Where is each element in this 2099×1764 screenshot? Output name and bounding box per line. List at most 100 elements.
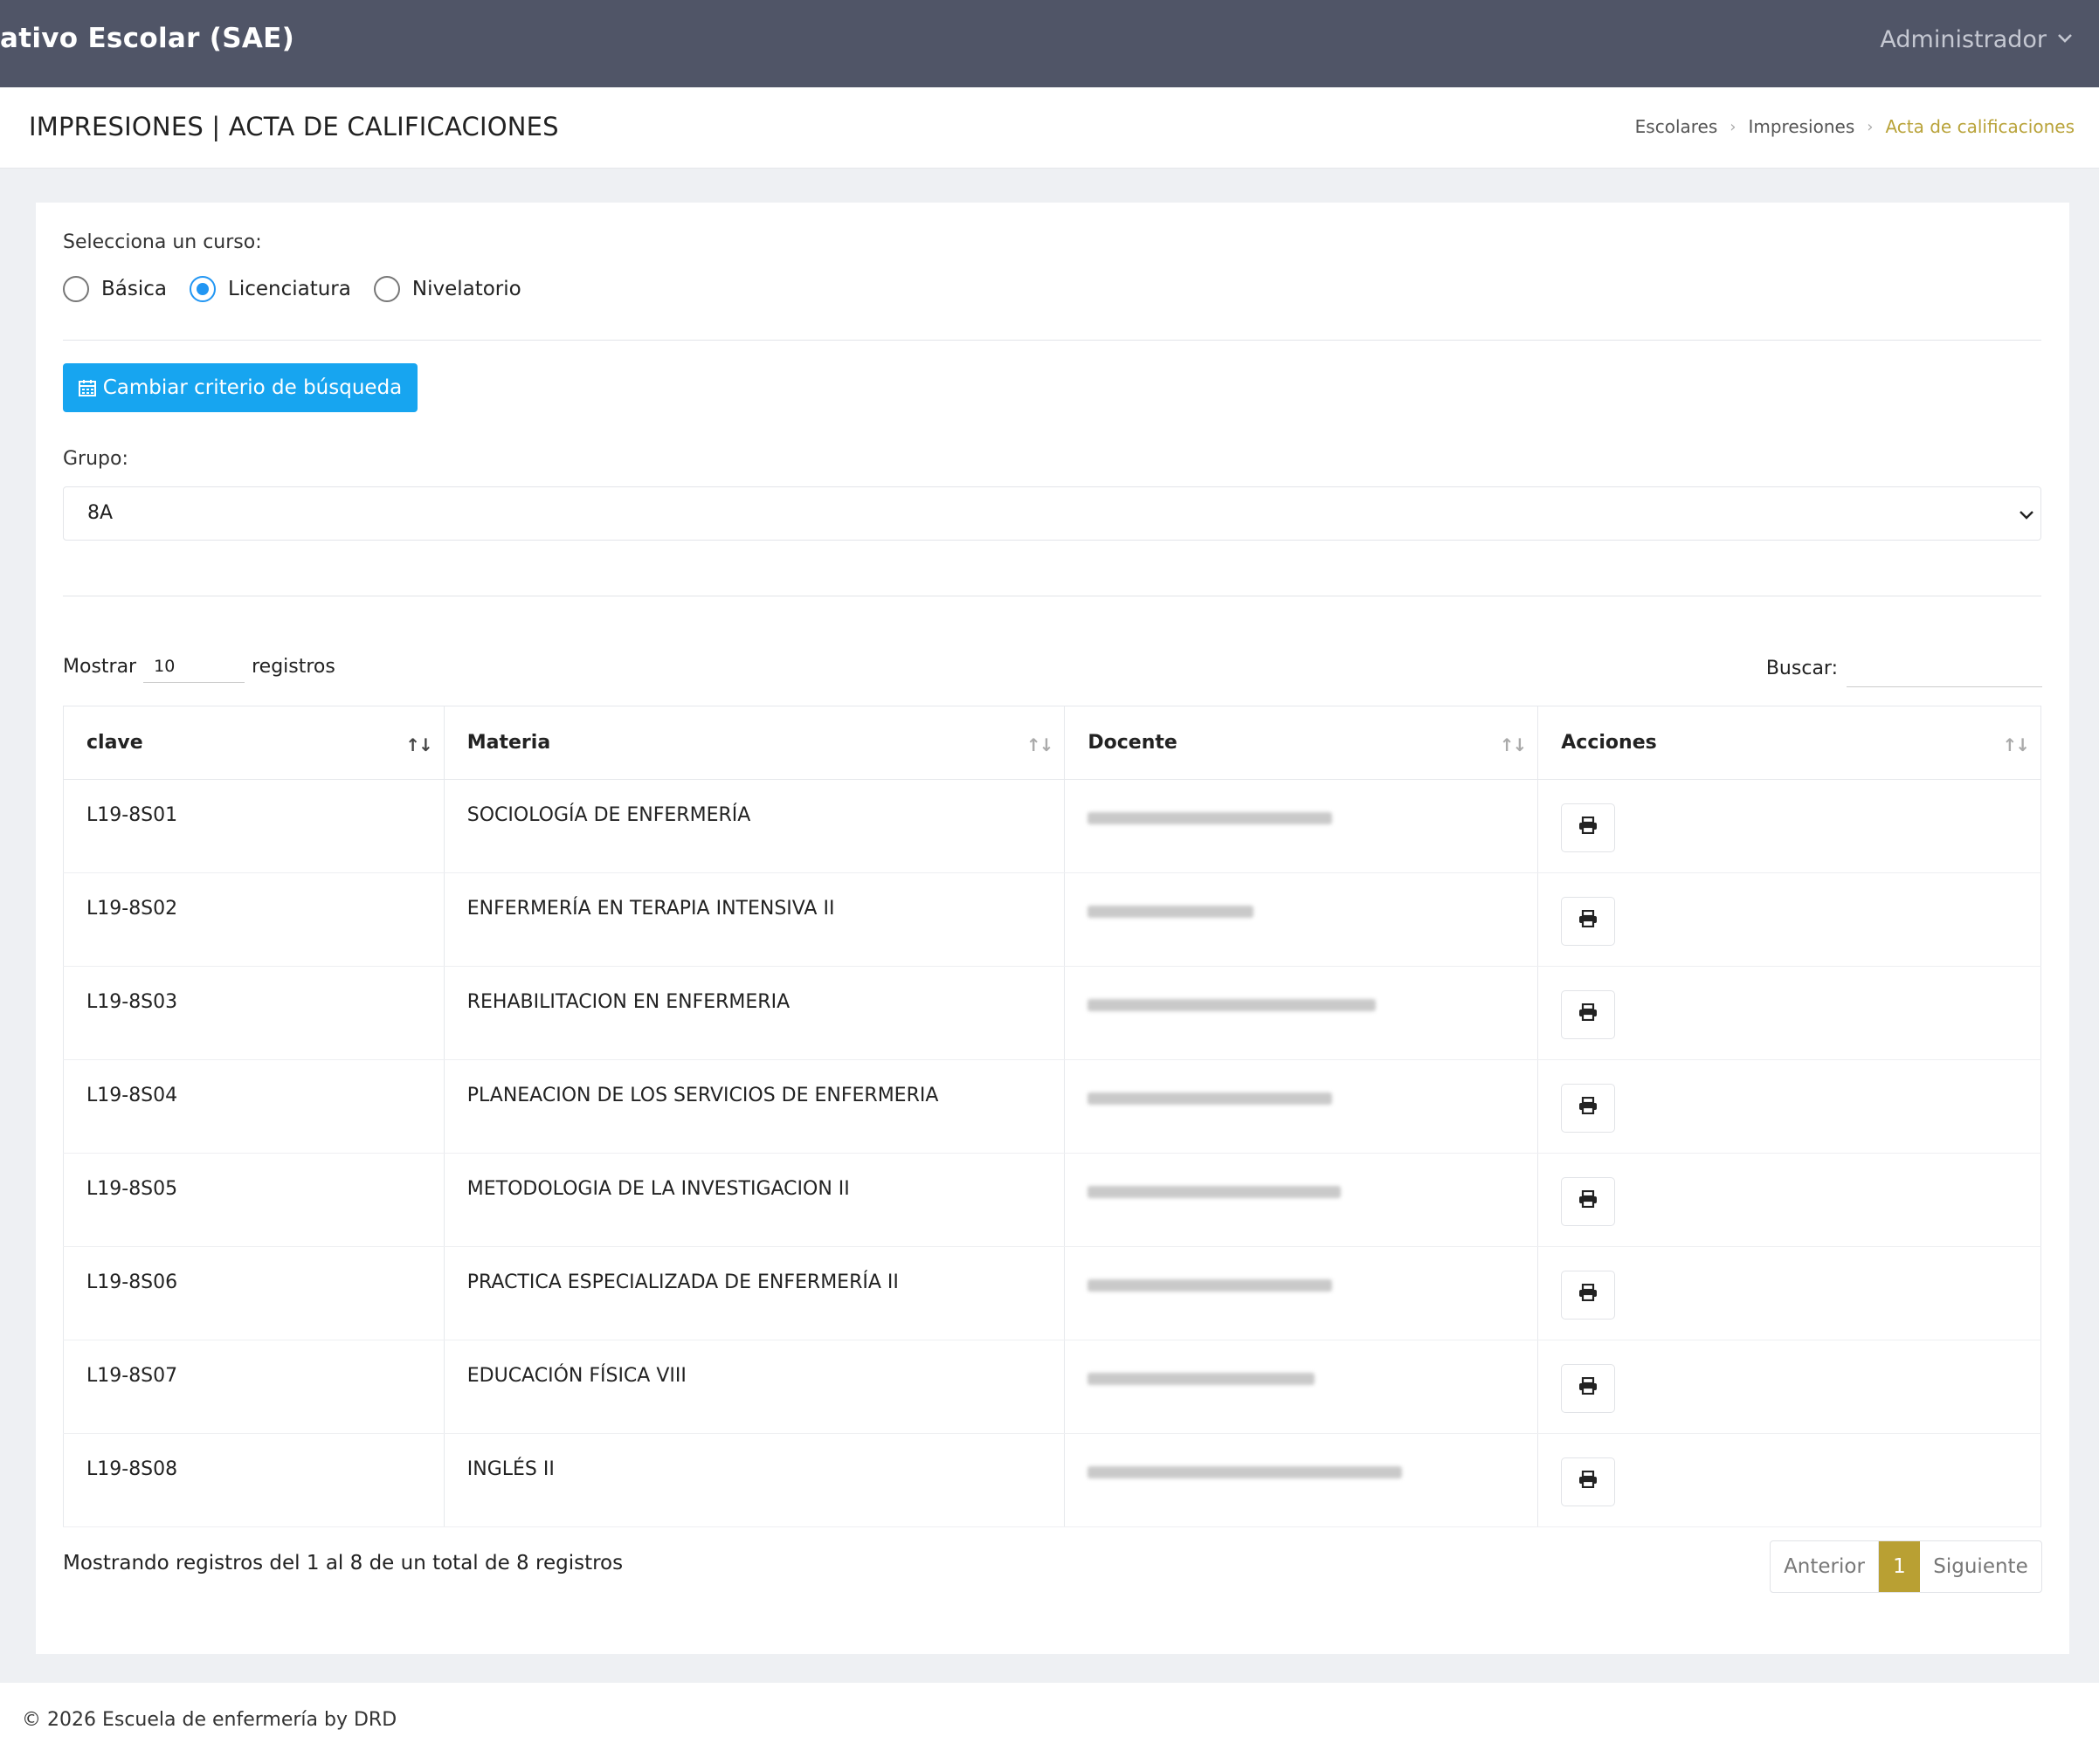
radio-button-selected[interactable] [190, 276, 216, 302]
print-button[interactable] [1561, 1084, 1616, 1133]
table-header-row: clave ↑↓ Materia ↑↓ Docente ↑↓ Acciones ↑↓ [63, 706, 2041, 780]
radio-button[interactable] [373, 276, 400, 302]
cell-docente [1064, 1340, 1539, 1434]
table-row: L19-8S04 PLANEACION DE LOS SERVICIOS DE E… [63, 1059, 2041, 1154]
pagination-next[interactable]: Siguiente [1920, 1541, 2041, 1592]
sort-asc-icon: ↑↓ [405, 734, 432, 755]
group-label: Grupo: [63, 448, 128, 470]
redacted-name [1087, 999, 1377, 1011]
radio-licenciatura[interactable]: Licenciatura [190, 276, 351, 302]
course-label: Selecciona un curso: [63, 231, 262, 253]
print-icon [1578, 909, 1598, 933]
pagination-page-1[interactable]: 1 [1879, 1541, 1920, 1592]
table-row: L19-8S07 EDUCACIÓN FÍSICA VIII [63, 1340, 2041, 1434]
print-button[interactable] [1561, 897, 1616, 946]
cell-materia: EDUCACIÓN FÍSICA VIII [443, 1340, 1066, 1434]
cell-materia: PLANEACION DE LOS SERVICIOS DE ENFERMERI… [443, 1059, 1066, 1154]
pagination-prev[interactable]: Anterior [1771, 1541, 1879, 1592]
cell-docente [1064, 1059, 1539, 1154]
page-length-control: Mostrar 10 registros [63, 650, 335, 683]
breadcrumb: Escolares › Impresiones › Acta de califi… [1635, 116, 2075, 137]
print-button[interactable] [1561, 1271, 1616, 1320]
course-radio-group: Básica Licenciatura Nivelatorio [63, 276, 544, 302]
redacted-name [1087, 906, 1254, 918]
sort-icon: ↑↓ [2002, 734, 2029, 755]
cell-docente [1064, 779, 1539, 873]
group-select-value: 8A [87, 502, 114, 524]
radio-label: Básica [101, 278, 167, 300]
print-button[interactable] [1561, 1457, 1616, 1506]
column-header-docente[interactable]: Docente ↑↓ [1064, 706, 1539, 780]
cell-acciones [1537, 872, 2041, 967]
table-row: L19-8S05 METODOLOGIA DE LA INVESTIGACION … [63, 1153, 2041, 1247]
footer: © 2026 Escuela de enfermería by DRD [0, 1683, 2099, 1764]
print-button[interactable] [1561, 803, 1616, 852]
cell-materia: SOCIOLOGÍA DE ENFERMERÍA [443, 779, 1066, 873]
cell-materia: INGLÉS II [443, 1433, 1066, 1527]
pagination: Anterior 1 Siguiente [1770, 1540, 2042, 1593]
print-icon [1578, 1003, 1598, 1026]
chevron-right-icon: › [1867, 117, 1874, 136]
cell-docente [1064, 1153, 1539, 1247]
cell-clave: L19-8S06 [63, 1246, 445, 1340]
table-info: Mostrando registros del 1 al 8 de un tot… [63, 1552, 624, 1575]
radio-button[interactable] [63, 276, 89, 302]
search-label: Buscar: [1765, 658, 1838, 679]
print-icon [1578, 816, 1598, 839]
search-input[interactable] [1847, 650, 2042, 687]
cell-clave: L19-8S04 [63, 1059, 445, 1154]
redacted-name [1087, 1279, 1333, 1292]
radio-nivelatorio[interactable]: Nivelatorio [373, 276, 521, 302]
cell-acciones [1537, 1153, 2041, 1247]
column-header-clave[interactable]: clave ↑↓ [63, 706, 445, 780]
cell-materia: PRACTICA ESPECIALIZADA DE ENFERMERÍA II [443, 1246, 1066, 1340]
table-row: L19-8S02 ENFERMERÍA EN TERAPIA INTENSIVA … [63, 872, 2041, 967]
page-length-select[interactable]: 10 [143, 650, 245, 683]
print-icon [1578, 1470, 1598, 1493]
cell-materia: REHABILITACION EN ENFERMERIA [443, 966, 1066, 1060]
main-card: Selecciona un curso: Básica Licenciatura… [36, 203, 2069, 1654]
cell-materia: METODOLOGIA DE LA INVESTIGACION II [443, 1153, 1066, 1247]
breadcrumb-acta: Acta de calificaciones [1885, 116, 2075, 137]
print-icon [1578, 1376, 1598, 1400]
redacted-name [1087, 812, 1333, 824]
column-header-acciones[interactable]: Acciones ↑↓ [1537, 706, 2041, 780]
show-label: Mostrar [63, 655, 137, 678]
table-row: L19-8S08 INGLÉS II [63, 1433, 2041, 1527]
page-header: IMPRESIONES | ACTA DE CALIFICACIONES Esc… [0, 87, 2099, 169]
cell-clave: L19-8S07 [63, 1340, 445, 1434]
cell-docente [1064, 1433, 1539, 1527]
records-label: registros [252, 655, 335, 678]
column-header-materia[interactable]: Materia ↑↓ [443, 706, 1066, 780]
cell-clave: L19-8S05 [63, 1153, 445, 1247]
redacted-name [1087, 1466, 1403, 1478]
cell-docente [1064, 1246, 1539, 1340]
print-button[interactable] [1561, 990, 1616, 1039]
change-criteria-button[interactable]: Cambiar criterio de búsqueda [63, 363, 418, 412]
cell-acciones [1537, 779, 2041, 873]
cell-acciones [1537, 1246, 2041, 1340]
user-menu[interactable]: Administrador [1880, 26, 2073, 53]
page-title: IMPRESIONES | ACTA DE CALIFICACIONES [29, 112, 559, 141]
print-icon [1578, 1189, 1598, 1213]
print-button[interactable] [1561, 1177, 1616, 1226]
group-select[interactable]: 8A [63, 486, 2041, 541]
change-criteria-label: Cambiar criterio de búsqueda [102, 376, 403, 399]
cell-materia: ENFERMERÍA EN TERAPIA INTENSIVA II [443, 872, 1066, 967]
print-icon [1578, 1096, 1598, 1120]
sort-icon: ↑↓ [1025, 734, 1053, 755]
footer-text: © 2026 Escuela de enfermería by DRD [22, 1709, 397, 1731]
breadcrumb-impresiones[interactable]: Impresiones [1748, 116, 1854, 137]
print-button[interactable] [1561, 1364, 1616, 1413]
cell-docente [1064, 966, 1539, 1060]
cell-docente [1064, 872, 1539, 967]
redacted-name [1087, 1092, 1333, 1105]
calendar-icon [78, 379, 96, 396]
print-icon [1578, 1283, 1598, 1306]
grades-table: clave ↑↓ Materia ↑↓ Docente ↑↓ Acciones ↑↓ L… [63, 706, 2041, 1527]
table-row: L19-8S03 REHABILITACION EN ENFERMERIA [63, 966, 2041, 1060]
chevron-down-icon [2057, 27, 2073, 49]
cell-clave: L19-8S08 [63, 1433, 445, 1527]
radio-basica[interactable]: Básica [63, 276, 167, 302]
breadcrumb-escolares[interactable]: Escolares [1635, 116, 1718, 137]
